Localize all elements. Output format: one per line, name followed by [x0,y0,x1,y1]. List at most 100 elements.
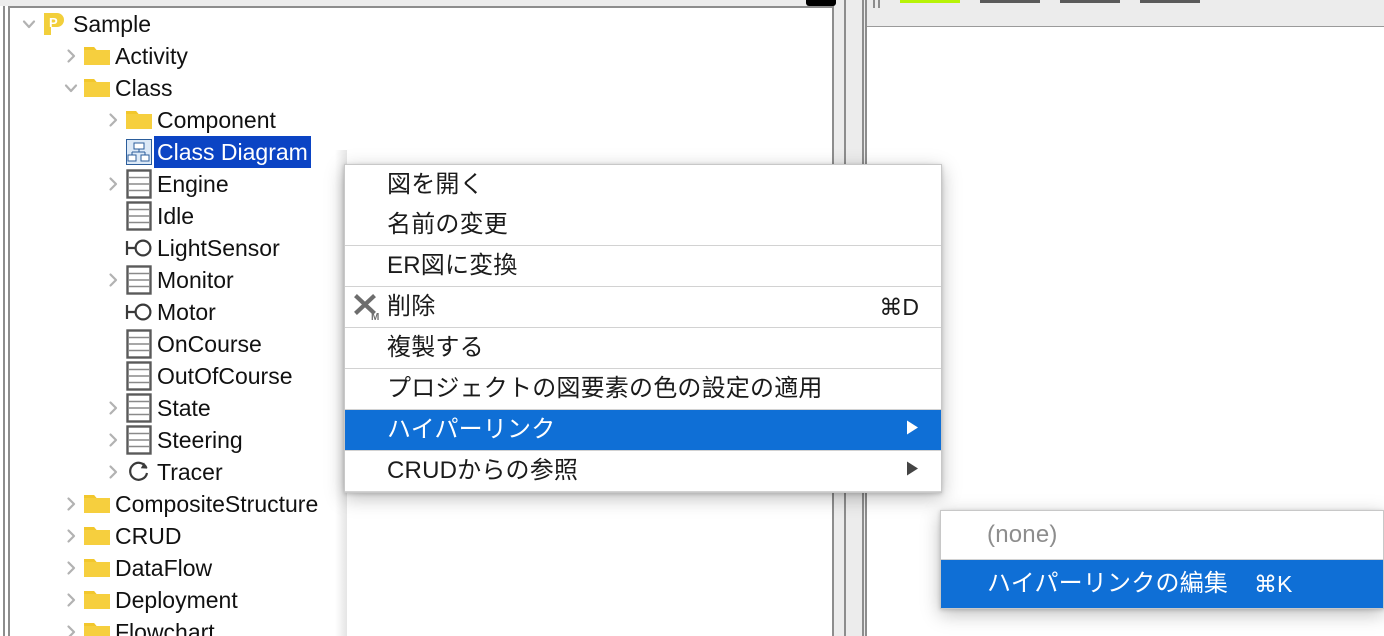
tree-item-label: Component [157,107,276,133]
chevron-right-icon[interactable] [104,463,122,481]
tree-twisty[interactable] [60,40,82,72]
chevron-down-icon[interactable] [62,79,80,97]
tree-twisty[interactable] [60,520,82,552]
tree-item-icon [124,232,154,264]
tree-twisty [102,296,124,328]
class-icon [126,329,152,359]
chevron-right-icon[interactable] [62,559,80,577]
tree-item-label: CRUD [115,523,182,549]
class-icon [126,201,152,231]
tree-item[interactable]: Flowchart [10,616,832,636]
tree-twisty [102,232,124,264]
mouse-cursor [806,0,836,6]
interface-icon [125,237,153,259]
tree-item[interactable]: P Sample [10,8,832,40]
class-diagram-icon [126,139,152,165]
svg-text:P: P [49,15,58,30]
toolbar-button-4[interactable] [1140,0,1200,3]
chevron-right-icon[interactable] [62,527,80,545]
tree-item-label: Idle [157,203,195,229]
chevron-right-icon[interactable] [62,591,80,609]
chevron-right-icon[interactable] [104,175,122,193]
context-menu-item[interactable]: M 削除 ⌘D [345,287,941,327]
folder-icon [83,492,111,516]
folder-icon [83,44,111,68]
tree-twisty[interactable] [60,488,82,520]
hyperlink-submenu[interactable]: (none) ハイパーリンクの編集 ⌘K [940,510,1384,609]
tree-item-icon [124,392,154,424]
chevron-right-icon[interactable] [62,47,80,65]
tree-item-label: Deployment [115,587,238,613]
chevron-right-icon[interactable] [104,111,122,129]
tree-item[interactable]: Activity [10,40,832,72]
state-machine-icon [126,459,152,485]
chevron-down-icon[interactable] [20,15,38,33]
tree-twisty[interactable] [102,392,124,424]
tree-item-icon [82,584,112,616]
tree-twisty[interactable] [102,104,124,136]
tree-twisty [102,136,124,168]
tree-item-icon [82,520,112,552]
tree-item-label: DataFlow [115,555,213,581]
menu-item-label: 複製する [387,334,484,361]
context-menu-item[interactable]: CRUDからの参照 [345,451,941,491]
tree-item-label: Tracer [157,459,223,485]
chevron-right-icon[interactable] [104,271,122,289]
tree-item[interactable]: Component [10,104,832,136]
tree-item-label: Flowchart [115,619,215,636]
tree-item-icon [82,72,112,104]
tree-twisty[interactable] [102,168,124,200]
project-tree-context-menu[interactable]: 図を開く 名前の変更 ER図に変換 M 削除 ⌘D 複製するプロジェクトの図要素の色の設定の… [344,164,942,493]
toolbar-button-3[interactable] [1060,0,1120,3]
tree-twisty[interactable] [60,552,82,584]
folder-icon [83,556,111,580]
tree-item-icon [82,488,112,520]
chevron-right-icon[interactable] [104,431,122,449]
panel-border-left-outer [3,6,5,636]
submenu-item-label: ハイパーリンクの編集 [987,570,1229,597]
tree-item-label: Engine [157,171,229,197]
submenu-item: (none) [941,511,1383,559]
submenu-indicator [903,460,921,483]
context-menu-item[interactable]: 図を開く [345,165,941,205]
chevron-right-icon[interactable] [62,495,80,513]
class-icon [126,169,152,199]
tree-twisty[interactable] [102,456,124,488]
select-tool-button[interactable] [900,0,960,3]
chevron-right-icon[interactable] [62,623,80,636]
menu-item-shortcut: ⌘D [879,293,919,320]
tree-item-label: State [157,395,211,421]
tree-item-label: Sample [73,11,151,37]
tree-item[interactable]: Deployment [10,584,832,616]
toolbar-grip-icon[interactable] [873,0,882,8]
toolbar-button-2[interactable] [980,0,1040,3]
tree-twisty[interactable] [60,616,82,636]
tree-item-icon [82,616,112,636]
submenu-arrow-icon [903,461,921,482]
project-icon: P [42,11,68,37]
tree-twisty[interactable] [18,8,40,40]
tree-item-label: Motor [157,299,216,325]
context-menu-item[interactable]: 複製する [345,328,941,368]
interface-icon [125,301,153,323]
chevron-right-icon[interactable] [104,399,122,417]
tree-twisty[interactable] [102,424,124,456]
submenu-item[interactable]: ハイパーリンクの編集 ⌘K [941,560,1383,608]
diagram-toolbar[interactable] [867,0,1384,27]
app-window: P Sample Activity Class Component Class Diagr… [0,0,1384,636]
context-menu-item[interactable]: ハイパーリンク [345,410,941,450]
tree-item-label: Steering [157,427,243,453]
tree-twisty[interactable] [102,264,124,296]
tree-twisty[interactable] [60,72,82,104]
context-menu-item[interactable]: 名前の変更 [345,205,941,245]
folder-icon [83,524,111,548]
tree-item[interactable]: CRUD [10,520,832,552]
tree-item-label: OutOfCourse [157,363,293,389]
tree-twisty[interactable] [60,584,82,616]
tree-item-label: LightSensor [157,235,280,261]
context-menu-item[interactable]: プロジェクトの図要素の色の設定の適用 [345,369,941,409]
tree-item-icon [124,424,154,456]
context-menu-item[interactable]: ER図に変換 [345,246,941,286]
tree-item[interactable]: Class [10,72,832,104]
tree-item[interactable]: DataFlow [10,552,832,584]
